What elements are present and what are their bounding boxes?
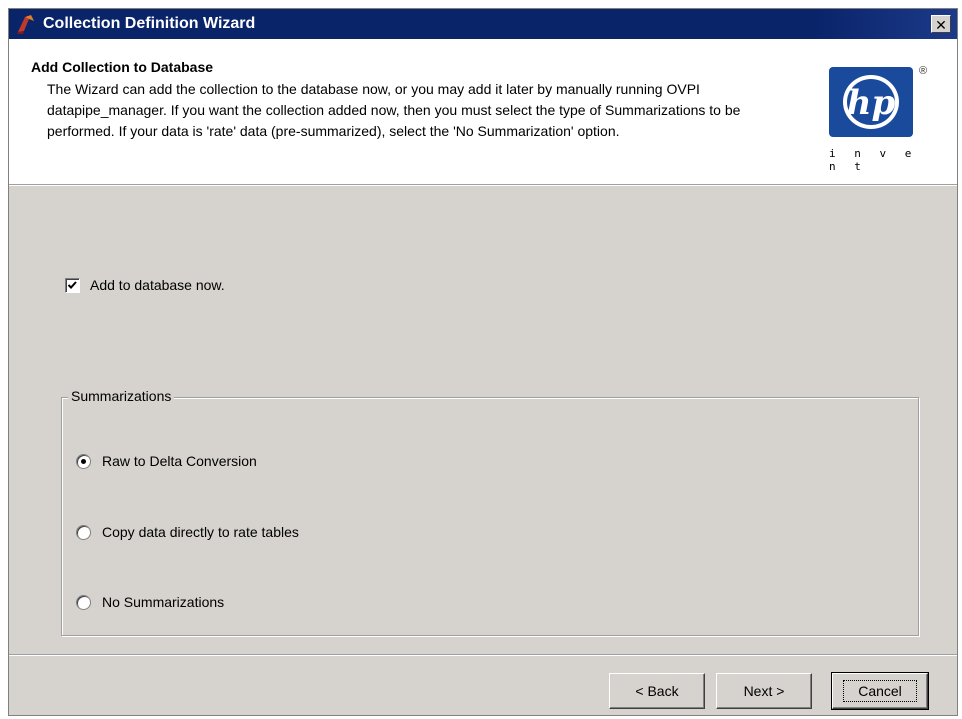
hp-logo-mark: hp xyxy=(829,67,913,137)
page-description: The Wizard can add the collection to the… xyxy=(47,81,741,139)
add-to-database-checkbox[interactable] xyxy=(65,277,80,293)
radio-label: No Summarizations xyxy=(102,594,225,610)
wizard-app-icon xyxy=(17,15,34,34)
hp-logo-text: hp xyxy=(847,83,896,123)
radio-button[interactable] xyxy=(76,594,91,610)
radio-label: Copy data directly to rate tables xyxy=(102,524,299,540)
checkmark-icon xyxy=(67,280,77,289)
radio-label: Raw to Delta Conversion xyxy=(102,453,257,469)
radio-button[interactable] xyxy=(76,453,91,469)
close-icon: ✕ xyxy=(935,17,947,33)
hp-tagline: i n v e n t xyxy=(829,147,918,173)
wizard-window: Collection Definition Wizard ✕ Add Colle… xyxy=(8,8,958,716)
radio-button[interactable] xyxy=(76,524,91,540)
registered-mark: ® xyxy=(919,65,928,77)
footer-divider xyxy=(9,654,957,656)
radio-raw-to-delta[interactable]: Raw to Delta Conversion xyxy=(76,453,257,469)
add-to-database-option[interactable]: Add to database now. xyxy=(65,277,225,293)
close-button[interactable]: ✕ xyxy=(931,15,951,33)
page-title: Add Collection to Database xyxy=(31,59,214,75)
title-bar: Collection Definition Wizard ✕ xyxy=(9,9,957,39)
cancel-label: Cancel xyxy=(843,680,917,702)
add-to-database-label: Add to database now. xyxy=(90,277,225,293)
radio-copy-to-rate-tables[interactable]: Copy data directly to rate tables xyxy=(76,524,299,540)
window-title: Collection Definition Wizard xyxy=(43,15,256,32)
next-button[interactable]: Next > xyxy=(716,673,812,709)
back-button[interactable]: < Back xyxy=(609,673,705,709)
summarizations-legend: Summarizations xyxy=(68,388,175,404)
wizard-header: Add Collection to Database The Wizard ca… xyxy=(9,39,957,185)
cancel-button[interactable]: Cancel xyxy=(831,672,929,710)
radio-no-summarizations[interactable]: No Summarizations xyxy=(76,594,224,610)
radio-selected-dot xyxy=(81,458,86,464)
hp-logo: hp ® i n v e n t xyxy=(827,65,939,173)
hp-logo-icon: hp xyxy=(843,75,899,129)
summarizations-group: Summarizations Raw to Delta Conversion C… xyxy=(61,388,919,636)
